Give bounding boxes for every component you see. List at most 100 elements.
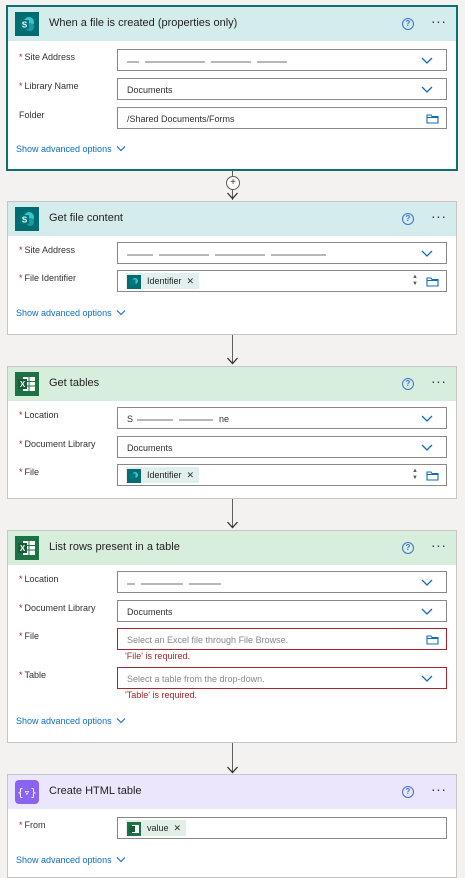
- dynamic-content-token[interactable]: value ✕: [126, 820, 187, 836]
- token-label: value: [147, 823, 169, 833]
- more-options-icon[interactable]: ···: [431, 537, 447, 553]
- field-label: * Location: [19, 574, 59, 584]
- token-label: Identifier: [147, 276, 182, 286]
- field-placeholder: Select a table from the drop-down.: [127, 674, 265, 684]
- get-file-content-card[interactable]: S Get file content ? ··· * Site Address *…: [7, 201, 457, 335]
- chevron-down-icon[interactable]: [421, 671, 433, 685]
- from-input[interactable]: value ✕: [117, 817, 447, 839]
- field-label: * Table: [19, 670, 47, 680]
- sharepoint-icon: [127, 274, 141, 289]
- more-options-icon[interactable]: ···: [431, 781, 447, 797]
- site-address-dropdown[interactable]: [117, 49, 447, 71]
- field-label: * File: [19, 631, 40, 641]
- more-options-icon[interactable]: ···: [431, 13, 447, 29]
- card-header[interactable]: S When a file is created (properties onl…: [8, 7, 456, 41]
- folder-icon[interactable]: [426, 113, 439, 124]
- folder-icon[interactable]: [426, 634, 439, 645]
- card-header[interactable]: {▿} Create HTML table ? ···: [8, 775, 456, 809]
- list-rows-card[interactable]: X List rows present in a table ? ··· * Lo…: [7, 530, 457, 743]
- file-input[interactable]: Select an Excel file through File Browse…: [117, 628, 447, 650]
- chevron-down-icon[interactable]: [421, 246, 433, 260]
- card-header[interactable]: X Get tables ? ···: [8, 367, 456, 401]
- site-address-dropdown[interactable]: [117, 242, 447, 264]
- chevron-down-icon[interactable]: [421, 575, 433, 589]
- field-value: Documents: [127, 85, 173, 95]
- remove-token-icon[interactable]: ✕: [174, 823, 182, 834]
- trigger-card[interactable]: S When a file is created (properties onl…: [6, 5, 458, 171]
- field-label: * Library Name: [19, 81, 79, 91]
- field-label: * Site Address: [19, 245, 76, 255]
- sharepoint-icon: S: [15, 12, 39, 36]
- token-label: Identifier: [147, 470, 182, 480]
- show-advanced-options-link[interactable]: Show advanced options: [16, 855, 126, 865]
- remove-token-icon[interactable]: ✕: [187, 276, 195, 287]
- excel-icon: [127, 821, 141, 836]
- field-label: * Document Library: [19, 603, 96, 613]
- help-icon[interactable]: ?: [402, 542, 414, 554]
- sharepoint-icon: [127, 468, 141, 483]
- folder-input[interactable]: /Shared Documents/Forms: [117, 107, 447, 129]
- sharepoint-icon: S: [15, 207, 39, 231]
- arrow-down-icon: [227, 766, 238, 774]
- more-options-icon[interactable]: ···: [431, 373, 447, 389]
- field-label: * File Identifier: [19, 273, 77, 283]
- card-title: Get tables: [49, 377, 100, 389]
- field-value: Documents: [127, 607, 173, 617]
- validation-error: 'File' is required.: [125, 651, 190, 661]
- help-icon[interactable]: ?: [402, 786, 414, 798]
- get-tables-card[interactable]: X Get tables ? ··· * Location Sne * Docume…: [7, 366, 457, 499]
- card-title: List rows present in a table: [49, 541, 180, 553]
- help-icon[interactable]: ?: [402, 378, 414, 390]
- field-value: Documents: [127, 443, 173, 453]
- card-title: Get file content: [49, 212, 123, 224]
- chevron-down-icon[interactable]: [421, 411, 433, 425]
- field-value: /Shared Documents/Forms: [127, 114, 235, 124]
- field-label: * From: [19, 820, 46, 830]
- more-options-icon[interactable]: ···: [431, 208, 447, 224]
- folder-icon[interactable]: [426, 276, 439, 287]
- svg-text:S: S: [22, 216, 28, 225]
- svg-text:X: X: [20, 380, 26, 389]
- card-title: When a file is created (properties only): [49, 17, 238, 29]
- file-identifier-input[interactable]: Identifier ✕ ▲ ▼: [117, 270, 447, 292]
- svg-text:X: X: [20, 544, 26, 553]
- field-label: * Site Address: [19, 52, 76, 62]
- field-label: Folder: [19, 110, 45, 120]
- stepper-icon[interactable]: ▲ ▼: [412, 468, 418, 482]
- dynamic-content-token[interactable]: Identifier ✕: [126, 273, 200, 289]
- svg-text:S: S: [22, 21, 28, 30]
- location-dropdown[interactable]: [117, 571, 447, 593]
- card-header[interactable]: S Get file content ? ···: [8, 202, 456, 236]
- location-dropdown[interactable]: Sne: [117, 407, 447, 429]
- chevron-down-icon[interactable]: [421, 53, 433, 67]
- create-html-table-card[interactable]: {▿} Create HTML table ? ··· * From value …: [7, 774, 457, 878]
- remove-token-icon[interactable]: ✕: [187, 470, 195, 481]
- field-label: * File: [19, 467, 40, 477]
- chevron-down-icon[interactable]: [421, 604, 433, 618]
- table-dropdown[interactable]: Select a table from the drop-down.: [117, 667, 447, 689]
- arrow-down-icon: [227, 521, 238, 529]
- document-library-dropdown[interactable]: Documents: [117, 436, 447, 458]
- show-advanced-options-link[interactable]: Show advanced options: [16, 308, 126, 318]
- help-icon[interactable]: ?: [402, 18, 414, 30]
- arrow-down-icon: [227, 192, 238, 200]
- chevron-down-icon[interactable]: [421, 82, 433, 96]
- folder-icon[interactable]: [426, 470, 439, 481]
- file-input[interactable]: Identifier ✕ ▲ ▼: [117, 464, 447, 486]
- excel-icon: X: [15, 372, 39, 396]
- data-operation-icon: {▿}: [15, 780, 39, 804]
- card-header[interactable]: X List rows present in a table ? ···: [8, 531, 456, 565]
- help-icon[interactable]: ?: [402, 213, 414, 225]
- stepper-icon[interactable]: ▲ ▼: [412, 274, 418, 288]
- library-name-dropdown[interactable]: Documents: [117, 78, 447, 100]
- arrow-down-icon: [227, 357, 238, 365]
- document-library-dropdown[interactable]: Documents: [117, 600, 447, 622]
- chevron-down-icon[interactable]: [421, 440, 433, 454]
- show-advanced-options-link[interactable]: Show advanced options: [16, 144, 126, 154]
- dynamic-content-token[interactable]: Identifier ✕: [126, 467, 200, 483]
- insert-step-button[interactable]: +: [226, 176, 240, 190]
- excel-icon: X: [15, 536, 39, 560]
- field-label: * Document Library: [19, 439, 96, 449]
- validation-error: 'Table' is required.: [125, 690, 197, 700]
- show-advanced-options-link[interactable]: Show advanced options: [16, 716, 126, 726]
